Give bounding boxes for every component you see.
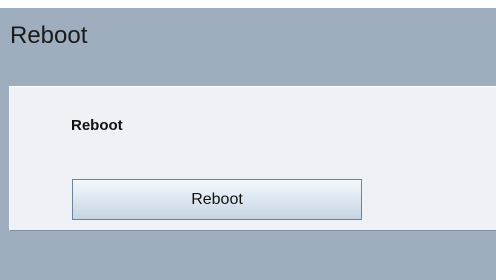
reboot-button[interactable]: Reboot (72, 179, 362, 220)
section-heading: Reboot (71, 117, 123, 134)
reboot-panel: Reboot Reboot (9, 86, 496, 231)
top-strip (0, 0, 496, 8)
page-title: Reboot (10, 22, 88, 49)
